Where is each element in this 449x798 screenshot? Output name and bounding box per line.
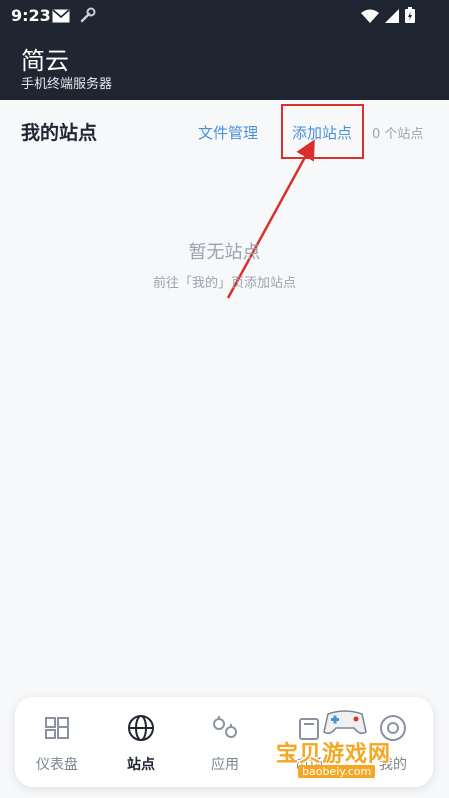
dashboard-icon	[42, 713, 72, 743]
apps-icon	[210, 713, 240, 743]
tab-dashboard[interactable]: 仪表盘	[15, 697, 99, 787]
empty-state-title: 暂无站点	[188, 242, 261, 263]
empty-state-hint: 前往「我的」页添加站点	[152, 276, 296, 291]
globe-icon	[126, 713, 156, 743]
tab-label: 仪表盘	[36, 757, 78, 773]
tab-label: 应用	[211, 757, 239, 773]
watermark-text: 宝贝游戏网	[276, 742, 392, 767]
watermark: 宝贝游戏网 baobeiy.com	[276, 706, 416, 786]
gamepad-icon	[323, 710, 367, 735]
tab-apps[interactable]: 应用	[183, 697, 267, 787]
annotation-arrow	[226, 139, 315, 299]
tab-sites[interactable]: 站点	[99, 697, 183, 787]
tab-label: 站点	[127, 757, 155, 773]
watermark-url: baobeiy.com	[298, 765, 376, 778]
